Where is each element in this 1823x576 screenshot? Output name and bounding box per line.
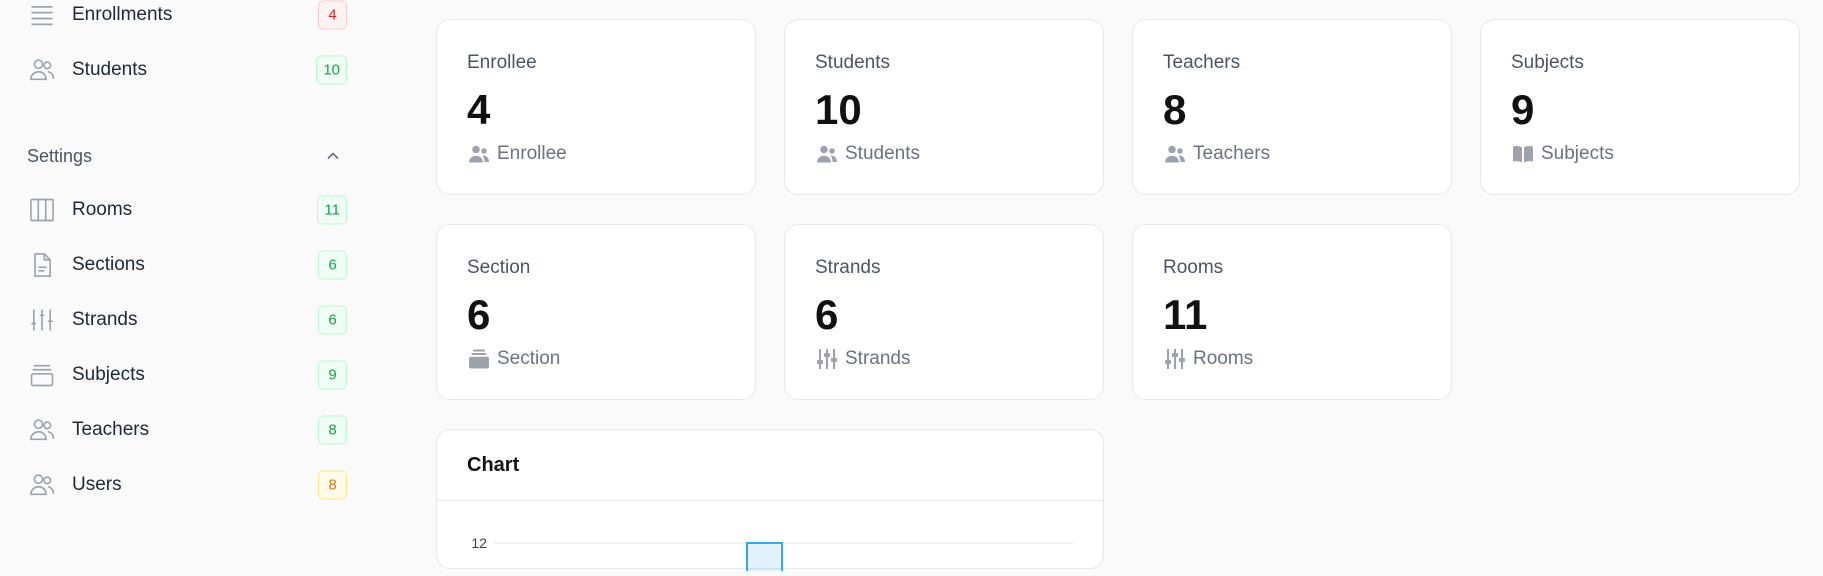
count-badge: 11 (317, 195, 347, 225)
card-footer: Rooms (1163, 347, 1253, 371)
card-title: Subjects (1511, 52, 1584, 73)
sidebar-item-label: Sections (72, 254, 145, 275)
archive-icon (27, 360, 57, 390)
sidebar-item-sections[interactable]: Sections 6 (27, 247, 349, 283)
users-solid-icon (1163, 142, 1187, 166)
chevron-up-icon (327, 152, 339, 160)
sidebar-item-label: Teachers (72, 419, 150, 440)
users-icon (27, 470, 57, 500)
card-footer: Teachers (1163, 142, 1270, 166)
sidebar-item-rooms[interactable]: Rooms 11 (27, 192, 349, 228)
chart-title: Chart (437, 430, 1103, 501)
sidebar-item-label: Subjects (72, 364, 145, 385)
chart-bar[interactable] (746, 542, 783, 576)
card-footer-label: Rooms (1193, 348, 1254, 369)
card-title: Students (815, 52, 890, 73)
chart-card: Chart 12 (436, 429, 1105, 576)
sidebar-item-enrollments[interactable]: Enrollments 4 (27, 0, 349, 33)
card-footer: Strands (815, 347, 910, 371)
stat-card-subjects: Subjects 9 Subjects (1480, 19, 1800, 195)
sidebar-item-subjects[interactable]: Subjects 9 (27, 357, 349, 393)
stat-card-rooms: Rooms 11 Rooms (1132, 224, 1452, 400)
sidebar-item-teachers[interactable]: Teachers 8 (27, 412, 349, 448)
count-badge: 8 (318, 470, 347, 500)
card-title: Rooms (1163, 257, 1224, 278)
count-badge: 6 (318, 250, 347, 280)
stat-card-students: Students 10 Students (784, 19, 1104, 195)
sidebar-item-label: Rooms (72, 199, 133, 220)
card-value: 8 (1163, 86, 1187, 133)
card-footer-label: Students (845, 143, 920, 164)
stat-card-section: Section 6 Section (436, 224, 756, 400)
list-icon (27, 0, 57, 30)
columns-icon (27, 195, 57, 225)
card-title: Enrollee (467, 52, 537, 73)
count-badge: 10 (316, 55, 347, 85)
card-value: 4 (467, 86, 491, 133)
sidebar-item-students[interactable]: Students 10 (27, 52, 349, 88)
sidebar-item-users[interactable]: Users 8 (27, 467, 349, 503)
users-icon (27, 415, 57, 445)
card-footer-label: Subjects (1541, 143, 1614, 164)
card-value: 10 (815, 86, 862, 133)
count-badge: 9 (318, 360, 347, 390)
document-icon (27, 250, 57, 280)
card-value: 11 (1163, 291, 1208, 338)
card-title: Teachers (1163, 52, 1241, 73)
card-value: 9 (1511, 86, 1535, 133)
stat-card-enrollee: Enrollee 4 Enrollee (436, 19, 756, 195)
card-value: 6 (467, 291, 491, 338)
y-tick-label: 12 (471, 535, 487, 551)
card-footer: Enrollee (467, 142, 567, 166)
book-icon (1511, 142, 1535, 166)
card-footer-label: Strands (845, 348, 911, 369)
sidebar-item-label: Enrollments (72, 4, 173, 25)
sidebar-item-label: Users (72, 474, 122, 495)
card-footer: Section (467, 347, 560, 371)
stat-card-strands: Strands 6 Strands (784, 224, 1104, 400)
card-value: 6 (815, 291, 839, 338)
count-badge: 6 (318, 305, 347, 335)
sliders-icon (815, 347, 839, 371)
count-badge: 4 (318, 0, 347, 30)
inbox-stack-icon (467, 347, 491, 371)
card-title: Section (467, 257, 531, 278)
settings-section-title: Settings (27, 145, 93, 166)
card-footer-label: Teachers (1193, 143, 1271, 164)
sidebar: Enrollments 4 Students 10 Settings Rooms… (0, 0, 372, 550)
settings-section-toggle[interactable]: Settings (27, 141, 349, 171)
card-title: Strands (815, 257, 881, 278)
count-badge: 8 (318, 415, 347, 445)
stat-card-teachers: Teachers 8 Teachers (1132, 19, 1452, 195)
card-footer: Students (815, 142, 920, 166)
sidebar-item-label: Students (72, 59, 147, 80)
users-solid-icon (815, 142, 839, 166)
sliders-icon (1163, 347, 1187, 371)
card-footer: Subjects (1511, 142, 1614, 166)
chart-svg: 12 (471, 535, 1073, 576)
sidebar-item-label: Strands (72, 309, 138, 330)
sliders-icon (27, 305, 57, 335)
sidebar-item-strands[interactable]: Strands 6 (27, 302, 349, 338)
card-footer-label: Enrollee (497, 143, 567, 164)
chart-body: 12 (437, 501, 1105, 576)
users-solid-icon (467, 142, 491, 166)
users-icon (27, 55, 57, 85)
card-footer-label: Section (497, 348, 561, 369)
